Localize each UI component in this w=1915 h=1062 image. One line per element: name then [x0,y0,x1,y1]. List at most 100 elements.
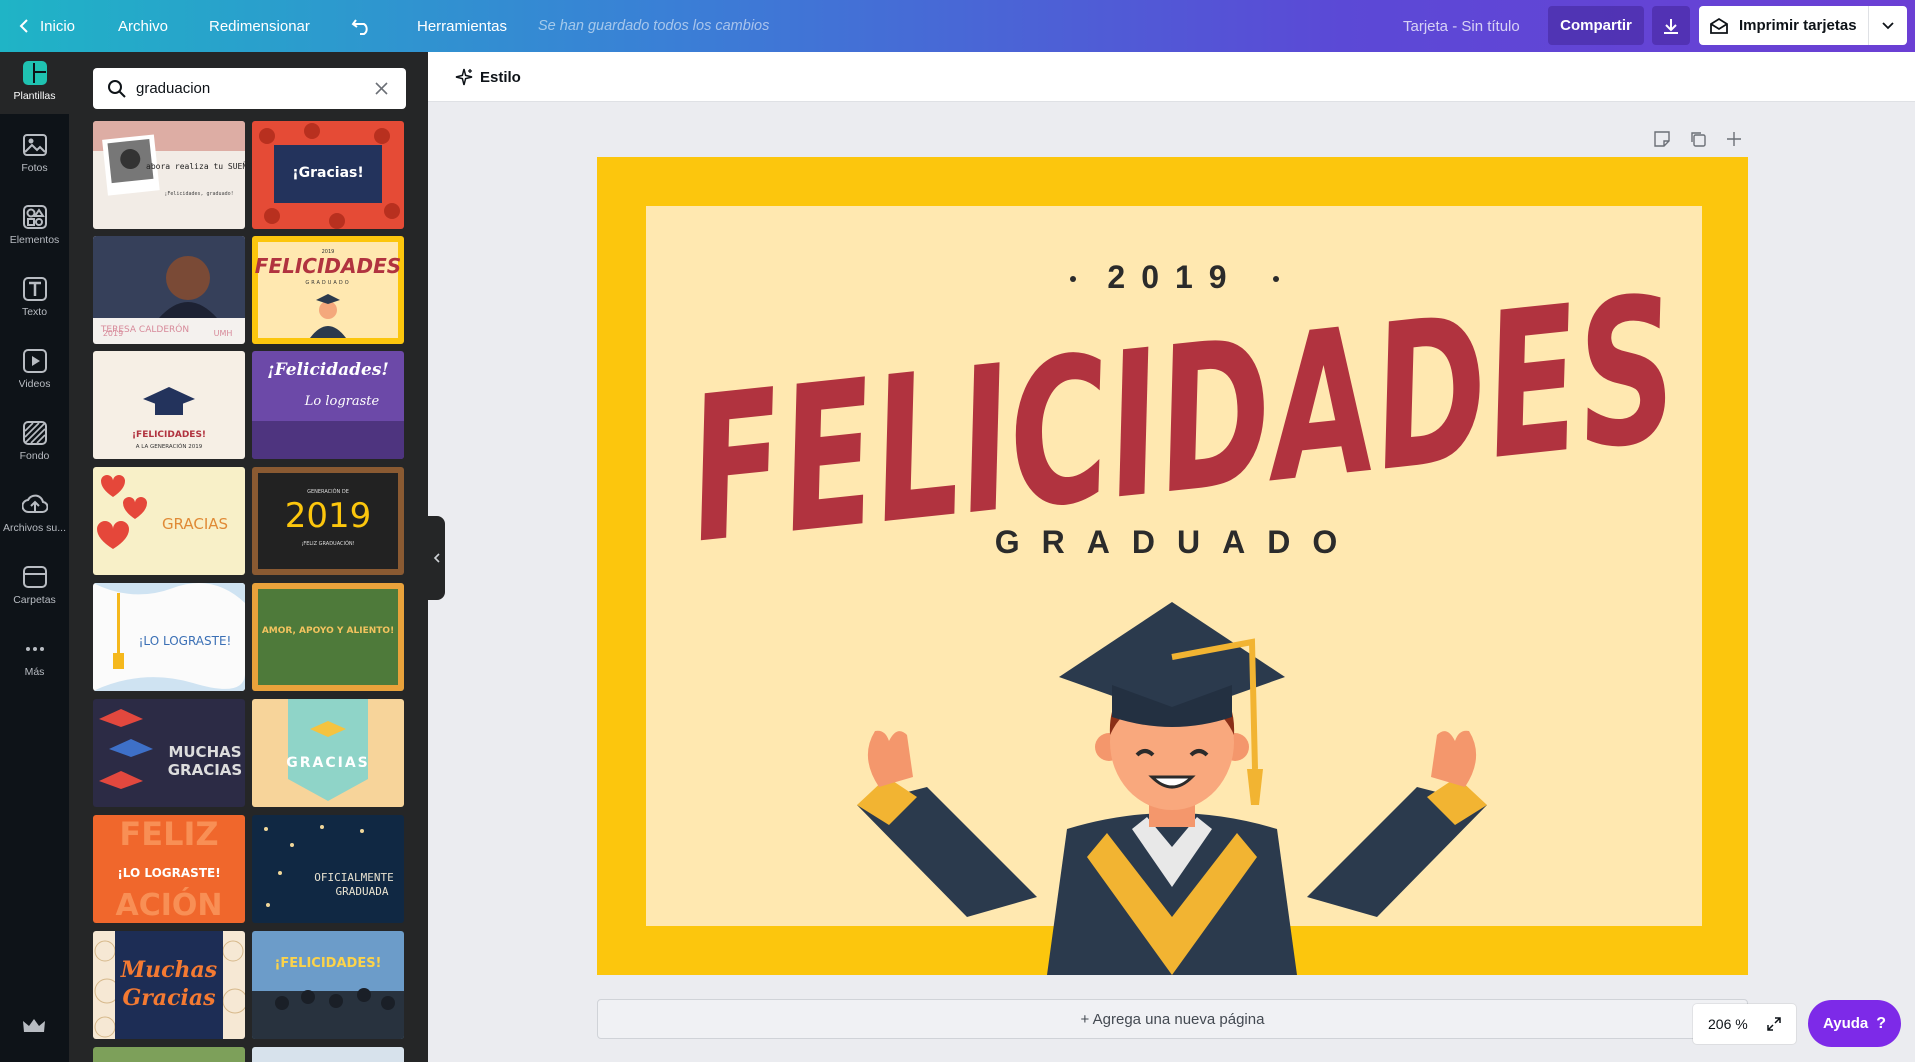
template-text: 2019 [285,496,372,536]
template-text: GRACIAS [168,761,242,779]
file-menu[interactable]: Archivo [118,0,168,52]
sparkle-icon [455,68,473,86]
print-cards-button[interactable]: Imprimir tarjetas [1699,6,1907,45]
duplicate-page-button[interactable] [1685,126,1711,152]
fullscreen-icon[interactable] [1766,1016,1782,1032]
template-text: Muchas [120,957,217,983]
template-text: ¡LO LOGRASTE! [139,634,232,648]
style-label: Estilo [480,68,521,86]
file-label: Archivo [118,17,169,35]
sidebar-item-templates[interactable]: Plantillas [0,52,69,114]
template-thumbnail[interactable]: GENERACIÓN DE 2019 ¡FELIZ GRADUACIÓN! [252,467,404,575]
download-button[interactable] [1652,6,1690,45]
add-page-label: + Agrega una nueva página [1080,1010,1265,1028]
template-text: FELICIDADES [255,254,401,278]
undo-icon [351,19,368,35]
help-label: Ayuda [1822,1015,1869,1032]
template-thumbnail[interactable]: 2019 FELICIDADES GRADUADO [252,236,404,344]
crown-icon[interactable] [21,1016,47,1041]
clear-search-icon[interactable] [374,81,389,96]
page-notes-button[interactable] [1649,126,1675,152]
photos-icon [22,134,47,156]
note-icon [1654,131,1670,147]
background-icon [22,421,47,445]
template-thumbnail[interactable]: FELIZ ACIÓN ¡LO LOGRASTE! [93,815,245,923]
home-button[interactable]: Inicio [18,0,75,52]
template-text: 2019 [103,329,123,338]
upload-icon [21,494,48,513]
collapse-panel-button[interactable] [428,516,445,600]
sidebar-item-videos[interactable]: Videos [0,340,69,402]
sidebar-item-text[interactable]: Texto [0,268,69,330]
template-text: GRADUADA [336,885,389,898]
design-page[interactable]: 2019 FELICIDADES GRADUADO [597,157,1748,975]
template-thumbnail[interactable]: ¡FELICIDADES! A LA GENERACIÓN 2019 [93,351,245,459]
design-year[interactable]: 2019 [1107,259,1242,295]
resize-label: Redimensionar [209,17,310,35]
template-thumbnail[interactable]: GRACIAS [252,699,404,807]
download-icon [1664,18,1678,34]
template-text: GRACIAS [162,515,228,533]
tools-menu[interactable]: Herramientas [417,0,507,52]
envelope-icon [1710,17,1728,34]
undo-button[interactable] [351,0,373,52]
top-bar: Inicio Archivo Redimensionar Herramienta… [0,0,1915,52]
sidebar-item-label: Más [24,666,45,678]
template-text: UMH [214,329,233,338]
zoom-control[interactable]: 206 % [1693,1004,1796,1044]
sidebar-item-folders[interactable]: Carpetas [0,556,69,618]
template-thumbnail[interactable]: Muchas Gracias [93,931,245,1039]
template-text: OFICIALMENTE [314,871,393,884]
add-page-icon-button[interactable] [1721,126,1747,152]
sidebar-item-background[interactable]: Fondo [0,412,69,474]
template-thumbnail[interactable]: ¡LO LOGRASTE! [93,583,245,691]
sidebar-item-photos[interactable]: Fotos [0,124,69,186]
help-button[interactable]: Ayuda ? [1808,1000,1901,1047]
more-icon [25,647,44,651]
sidebar-item-elements[interactable]: Elementos [0,196,69,258]
template-text: ¡Felicidades, graduado! [164,191,233,197]
zoom-level[interactable]: 206 % [1708,1016,1748,1032]
template-thumbnail[interactable]: MUCHAS GRACIAS [93,699,245,807]
sidebar-item-more[interactable]: Más [0,628,69,690]
editor-toolbar: Estilo [428,52,1915,102]
sidebar-item-label: Elementos [9,234,60,246]
template-thumbnail[interactable]: ¡Felicidades! Lo lograste [252,351,404,459]
template-text: Lo lograste [304,394,380,409]
search-input[interactable] [136,78,356,98]
add-page-button[interactable]: + Agrega una nueva página [597,999,1748,1039]
chevron-left-icon [433,553,440,563]
document-title[interactable]: Tarjeta - Sin título [1403,0,1520,52]
template-text: GENERACIÓN DE [307,488,349,495]
design-subtitle[interactable]: GRADUADO [995,524,1359,560]
search-box [93,68,406,109]
template-text: MUCHAS [168,743,241,761]
share-button[interactable]: Compartir [1548,6,1644,45]
style-button[interactable]: Estilo [446,61,529,93]
template-text: AMOR, APOYO Y ALIENTO! [262,626,394,636]
template-text: ACIÓN [115,886,222,923]
template-text: ¡LO LOGRASTE! [117,866,220,880]
resize-menu[interactable]: Redimensionar [209,0,310,52]
text-icon [22,277,47,301]
sidebar-item-uploads[interactable]: Archivos su... [0,484,69,546]
template-text: ¡Gracias! [292,165,364,181]
dot [1070,276,1076,282]
chevron-down-icon[interactable] [1882,21,1894,30]
template-text: Gracias [122,985,215,1011]
template-thumbnail[interactable]: GRACIAS [93,467,245,575]
template-thumbnail[interactable] [93,1047,245,1062]
template-thumbnail[interactable] [252,1047,404,1062]
template-thumbnail[interactable]: AMOR, APOYO Y ALIENTO! [252,583,404,691]
template-thumbnail[interactable]: ¡Gracias! [252,121,404,229]
template-thumbnail[interactable]: abora realiza tu SUEÑO ¡Felicidades, gra… [93,121,245,229]
saved-status: Se han guardado todos los cambios [538,18,770,34]
template-text: ¡FELICIDADES! [132,430,206,440]
elements-icon [22,205,47,229]
template-thumbnail[interactable]: TERESA CALDERÓN 2019 UMH [93,236,245,344]
template-thumbnail[interactable]: OFICIALMENTE GRADUADA [252,815,404,923]
template-thumbnail[interactable]: ¡FELICIDADES! [252,931,404,1039]
dot [1273,276,1279,282]
sidebar-item-label: Fondo [19,450,50,462]
template-text: FELIZ [119,815,218,853]
